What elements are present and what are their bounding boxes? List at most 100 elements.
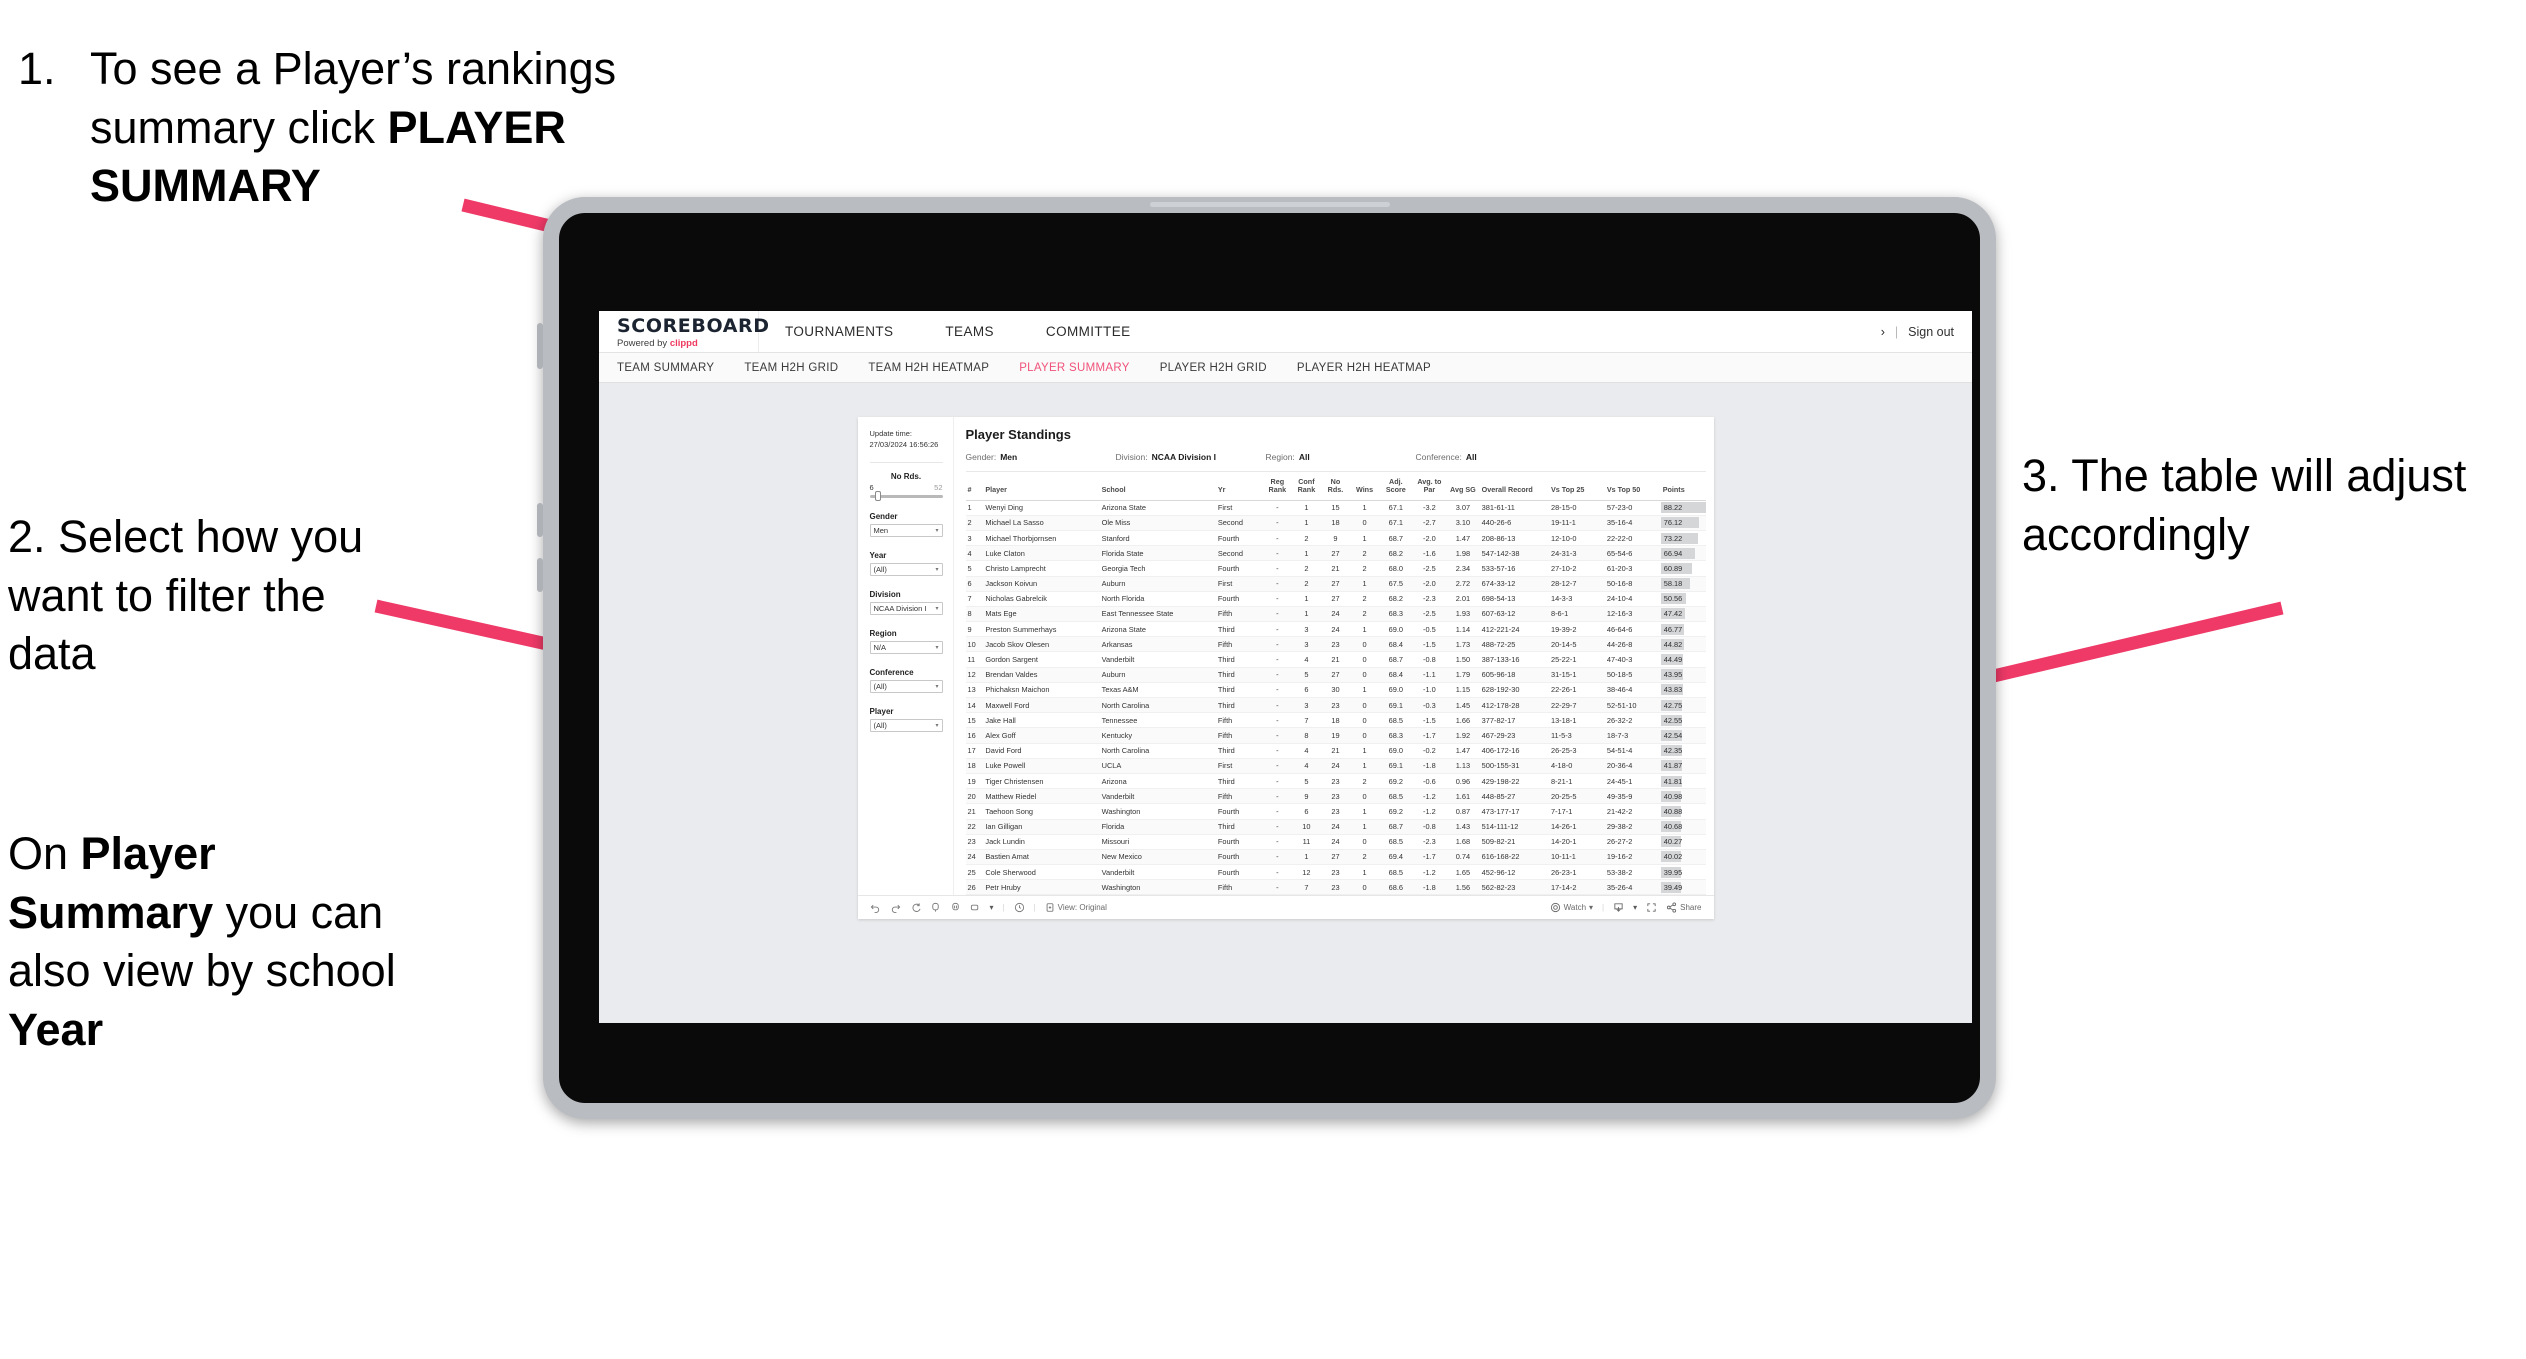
annotation-step-3: 3. The table will adjust accordingly (2022, 450, 2467, 560)
table-row[interactable]: 19 Tiger Christensen Arizona Third -5 23 2 69.2… (965, 773, 1706, 790)
table-row[interactable]: 15 Jake Hall Tennessee Fifth -7 18 0 68.5 -1.5 1.… (965, 712, 1706, 729)
filter-conference-select[interactable]: (All) ▾ (869, 679, 943, 693)
col-player[interactable]: Player (983, 472, 1100, 501)
col-avg-sg[interactable]: Avg SG (1446, 472, 1480, 501)
table-row[interactable]: 14 Maxwell Ford North Carolina Third -3 23 0 69… (965, 697, 1706, 714)
cell-9: -2.5 (1412, 560, 1447, 577)
toolbar-divider-1: | (1002, 903, 1005, 913)
col-year[interactable]: Yr (1215, 472, 1263, 501)
watch-button[interactable]: Watch ▾ (1550, 902, 1593, 913)
table-row[interactable]: 24 Bastien Amat New Mexico Fourth -1 27 2 69.4-… (965, 849, 1706, 866)
table-row[interactable]: 12 Brendan Valdes Auburn Third -5 27 0 68.4 -1.1… (965, 667, 1706, 683)
cell-9: -1.6 (1412, 545, 1447, 562)
summary-gender: Gender: Men (966, 452, 1116, 462)
cell-4: - (1262, 697, 1292, 714)
cell-points: 58.18 (1660, 576, 1706, 592)
slider-handle[interactable] (875, 491, 882, 502)
cell-4: - (1262, 560, 1292, 577)
nav-item-teams[interactable]: TEAMS (919, 324, 1020, 339)
cell-1: Matthew Riedel (983, 788, 1100, 805)
table-row[interactable]: 6 Jackson Koivun Auburn First -2 27 1 67.5 -2.0 2… (965, 576, 1706, 592)
table-row[interactable]: 20 Matthew Riedel Vanderbilt Fifth -9 23 0 68.5… (965, 788, 1706, 805)
cell-13: 44-26-8 (1604, 636, 1661, 653)
nav-item-tournaments[interactable]: TOURNAMENTS (759, 324, 919, 339)
col-rank[interactable]: # (965, 472, 984, 501)
tablet-volume-down-button (537, 558, 543, 592)
table-row[interactable]: 13 Phichaksn Maichon Texas A&M Third -6 30 1 69… (965, 682, 1706, 699)
tab-team-summary[interactable]: TEAM SUMMARY (617, 362, 714, 374)
tab-player-h2h-heatmap[interactable]: PLAYER H2H HEATMAP (1297, 362, 1431, 374)
nav-item-committee[interactable]: COMMITTEE (1020, 324, 1157, 339)
table-row[interactable]: 10 Jacob Skov Olesen Arkansas Fifth -3 23 0 68.… (965, 636, 1706, 653)
table-row[interactable]: 11 Gordon Sargent Vanderbilt Third -4 21 0 68.7… (965, 651, 1706, 668)
col-adj-score[interactable]: Adj. Score (1379, 472, 1413, 501)
cell-7: 2 (1350, 773, 1380, 790)
table-row[interactable]: 3 Michael Thorbjornsen Stanford Fourth -2 9 1 6… (965, 530, 1706, 547)
table-row[interactable]: 2 Michael La Sasso Ole Miss Second -1 18 0 67.1… (965, 515, 1706, 531)
download-caret-icon[interactable]: ▾ (1633, 903, 1637, 912)
filter-region-select[interactable]: N/A ▾ (869, 640, 943, 654)
view-original-button[interactable]: View: Original (1045, 902, 1107, 913)
undo-icon[interactable] (870, 902, 881, 914)
download-icon[interactable] (1613, 902, 1624, 913)
cell-11: 514-111-12 (1479, 819, 1549, 835)
table-row[interactable]: 23 Jack Lundin Missouri Fourth -11 24 0 68.5 -2.… (965, 834, 1706, 850)
filter-gender-select[interactable]: Men ▾ (869, 523, 943, 537)
filter-year: Year (All) ▾ (869, 551, 943, 576)
cell-7: 0 (1350, 651, 1380, 668)
cell-8: 67.1 (1379, 515, 1413, 531)
table-row[interactable]: 26 Petr Hruby Washington Fifth -7 23 0 68.6 -1.8… (965, 879, 1706, 896)
table-row[interactable]: 9 Preston Summerhays Arizona State Third -3 2… (965, 621, 1706, 638)
pause-updates-icon[interactable] (950, 902, 961, 913)
col-vs-top-50[interactable]: Vs Top 50 (1604, 472, 1661, 501)
tab-team-h2h-heatmap[interactable]: TEAM H2H HEATMAP (868, 362, 989, 374)
share-button[interactable]: Share (1666, 902, 1702, 913)
col-reg-rank[interactable]: Reg Rank (1262, 472, 1292, 501)
slider-track[interactable] (869, 491, 943, 502)
tab-team-h2h-grid[interactable]: TEAM H2H GRID (744, 362, 838, 374)
filter-division-select[interactable]: NCAA Division I ▾ (869, 601, 943, 615)
table-row[interactable]: 18 Luke Powell UCLA First -4 24 1 69.1 -1.8 1.13 5… (965, 758, 1706, 774)
history-icon[interactable] (1014, 902, 1025, 913)
cell-points: 43.83 (1660, 682, 1706, 699)
account-chevron-icon[interactable]: › (1881, 325, 1885, 339)
filter-no-rounds-slider[interactable]: No Rds. 6 52 (869, 472, 943, 502)
table-row[interactable]: 22 Ian Gilligan Florida Third -10 24 1 68.7 -0.8… (965, 819, 1706, 835)
refresh-data-icon[interactable] (930, 902, 941, 913)
cell-10: 0.74 (1446, 849, 1480, 866)
col-school[interactable]: School (1099, 472, 1216, 501)
col-points[interactable]: Points (1660, 472, 1706, 501)
col-no-rounds[interactable]: No Rds. (1320, 472, 1350, 501)
filter-player-select[interactable]: (All) ▾ (869, 718, 943, 732)
col-wins[interactable]: Wins (1350, 472, 1380, 501)
table-row[interactable]: 8 Mats Ege East Tennessee State Fifth -1 24 2 6… (965, 606, 1706, 623)
tab-player-summary[interactable]: PLAYER SUMMARY (1019, 362, 1130, 374)
col-vs-top-25[interactable]: Vs Top 25 (1548, 472, 1605, 501)
table-row[interactable]: 21 Taehoon Song Washington Fourth -6 23 1 69.2-… (965, 803, 1706, 820)
table-row[interactable]: 17 David Ford North Carolina Third -4 21 1 69.0… (965, 743, 1706, 759)
fullscreen-icon[interactable] (1646, 902, 1657, 913)
table-row[interactable]: 16 Alex Goff Kentucky Fifth -8 19 0 68.3 -1.7 1.9… (965, 727, 1706, 744)
cell-1: Michael La Sasso (983, 515, 1100, 531)
table-row[interactable]: 5 Christo Lamprecht Georgia Tech Fourth -2 21… (965, 560, 1706, 577)
cell-2: New Mexico (1099, 849, 1216, 866)
cell-7: 2 (1350, 545, 1380, 562)
custom-view-caret-icon[interactable]: ▾ (990, 903, 994, 912)
revert-icon[interactable] (910, 902, 921, 913)
custom-view-icon[interactable] (970, 902, 981, 913)
col-overall-record[interactable]: Overall Record (1479, 472, 1549, 501)
filter-year-select[interactable]: (All) ▾ (869, 562, 943, 576)
table-row[interactable]: 4 Luke Claton Florida State Second -1 27 2 68.2… (965, 545, 1706, 562)
table-row[interactable]: 25 Cole Sherwood Vanderbilt Fourth -12 23 1 68.… (965, 864, 1706, 881)
tab-player-h2h-grid[interactable]: PLAYER H2H GRID (1160, 362, 1267, 374)
table-row[interactable]: 1 Wenyi Ding Arizona State First -1 15 1 67.1 -3… (965, 500, 1706, 516)
cell-10: 1.93 (1446, 606, 1480, 623)
annotation-step-1-number: 1. (18, 43, 56, 94)
col-conf-rank[interactable]: Conf Rank (1291, 472, 1321, 501)
cell-5: 1 (1291, 515, 1321, 531)
sign-out-link[interactable]: Sign out (1908, 325, 1954, 339)
brand-logo[interactable]: SCOREBOARD Powered by clippd (599, 311, 769, 352)
redo-icon[interactable] (890, 902, 901, 914)
table-row[interactable]: 7 Nicholas Gabrelcik North Florida Fourth -1… (965, 591, 1706, 607)
col-avg-to-par[interactable]: Avg. to Par (1412, 472, 1447, 501)
